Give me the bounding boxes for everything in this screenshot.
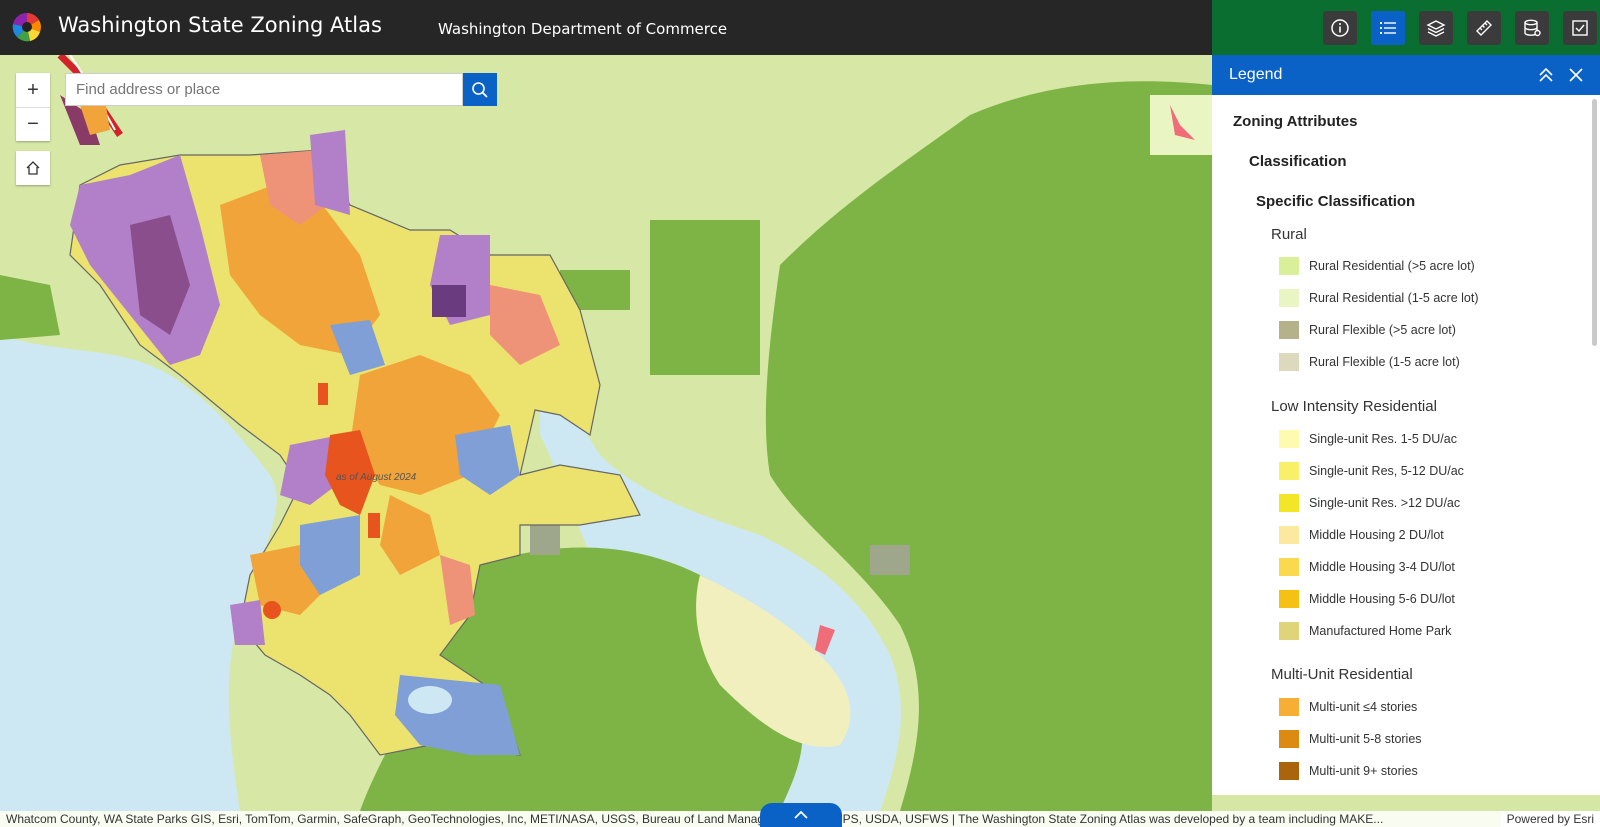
legend-swatch: [1279, 430, 1299, 448]
legend-item: Rural Flexible (1-5 acre lot): [1279, 351, 1460, 373]
legend-swatch: [1279, 762, 1299, 780]
legend-group-low-intensity-residential: Low Intensity Residential: [1271, 398, 1437, 415]
department-name: Washington Department of Commerce: [438, 20, 728, 38]
checklist-icon: [1572, 20, 1588, 36]
home-button[interactable]: [16, 151, 50, 185]
legend-body[interactable]: Zoning Attributes Classification Specifi…: [1212, 95, 1600, 795]
app-logo-icon: [12, 12, 41, 42]
collapse-icon[interactable]: [1536, 65, 1556, 85]
legend-item: Multi-unit 5-8 stories: [1279, 728, 1422, 750]
pond-water: [408, 686, 452, 714]
legend-item: Middle Housing 3-4 DU/lot: [1279, 556, 1455, 578]
industrial-zone: [230, 600, 265, 645]
search-icon: [472, 81, 488, 98]
legend-swatch: [1279, 590, 1299, 608]
info-icon: [1331, 19, 1349, 37]
legend-title: Legend: [1229, 66, 1283, 83]
downtown-zone: [368, 513, 380, 538]
search-input[interactable]: [65, 73, 463, 106]
expand-attribution-button[interactable]: [760, 803, 842, 827]
checklist-button[interactable]: [1563, 11, 1597, 45]
legend-item: Single-unit Res. 1-5 DU/ac: [1279, 428, 1457, 450]
legend-swatch: [1279, 698, 1299, 716]
legend-swatch: [1279, 730, 1299, 748]
legend-item: Manufactured Home Park: [1279, 620, 1451, 642]
map-canvas: [0, 55, 1212, 811]
legend-list-icon: [1380, 22, 1396, 34]
search-button[interactable]: [463, 73, 497, 106]
legend-swatch: [1279, 494, 1299, 512]
legend-scrollbar[interactable]: [1592, 99, 1597, 346]
legend-swatch: [1279, 321, 1299, 339]
legend-swatch: [1279, 462, 1299, 480]
zoom-out-button[interactable]: −: [16, 107, 50, 141]
legend-item: Multi-unit ≤4 stories: [1279, 696, 1417, 718]
zoning-map[interactable]: as of August 2024: [0, 55, 1212, 811]
legend-item: Rural Residential (1-5 acre lot): [1279, 287, 1479, 309]
legend-item: Rural Residential (>5 acre lot): [1279, 255, 1475, 277]
close-icon[interactable]: [1566, 65, 1586, 85]
legend-group-multi-unit-residential: Multi-Unit Residential: [1271, 666, 1413, 683]
downtown-zone: [318, 383, 328, 405]
zoom-in-button[interactable]: +: [16, 73, 50, 107]
data-button[interactable]: [1515, 11, 1549, 45]
legend-heading-specific-classification: Specific Classification: [1256, 193, 1416, 210]
legend-group-rural: Rural: [1271, 226, 1307, 243]
layers-button[interactable]: [1419, 11, 1453, 45]
heavy-industrial-zone: [432, 285, 466, 317]
measure-icon: [1476, 20, 1492, 36]
legend-item: Middle Housing 5-6 DU/lot: [1279, 588, 1455, 610]
legend-swatch: [1279, 622, 1299, 640]
measure-button[interactable]: [1467, 11, 1501, 45]
powered-by-esri[interactable]: Powered by Esri: [1500, 811, 1600, 827]
legend-swatch: [1279, 257, 1299, 275]
legend-panel: Legend Zoning Attributes Classification …: [1212, 55, 1600, 795]
legend-item: Single-unit Res. >12 DU/ac: [1279, 492, 1460, 514]
zoom-control: + −: [16, 73, 50, 141]
chevron-up-icon: [794, 810, 808, 819]
legend-item: Single-unit Res, 5-12 DU/ac: [1279, 460, 1464, 482]
legend-swatch: [1279, 289, 1299, 307]
home-icon: [26, 161, 40, 175]
legend-swatch: [1279, 526, 1299, 544]
rural-flexible-patch: [870, 545, 910, 575]
legend-heading-zoning-attributes: Zoning Attributes: [1233, 113, 1358, 130]
app-title: Washington State Zoning Atlas: [58, 13, 382, 37]
legend-item: Rural Flexible (>5 acre lot): [1279, 319, 1456, 341]
legend-item: Middle Housing 2 DU/lot: [1279, 524, 1444, 546]
map-date-label: as of August 2024: [336, 472, 417, 483]
legend-button[interactable]: [1371, 11, 1405, 45]
legend-swatch: [1279, 558, 1299, 576]
layers-icon: [1426, 20, 1446, 37]
database-icon: [1524, 19, 1541, 37]
legend-item: Multi-unit 9+ stories: [1279, 760, 1418, 782]
legend-header: Legend: [1212, 55, 1600, 95]
downtown-zone: [263, 601, 281, 619]
legend-heading-classification: Classification: [1249, 153, 1347, 170]
forest-patch: [650, 220, 760, 375]
info-button[interactable]: [1323, 11, 1357, 45]
industrial-zone: [310, 130, 350, 215]
rural-patch: [1150, 95, 1212, 155]
legend-swatch: [1279, 353, 1299, 371]
